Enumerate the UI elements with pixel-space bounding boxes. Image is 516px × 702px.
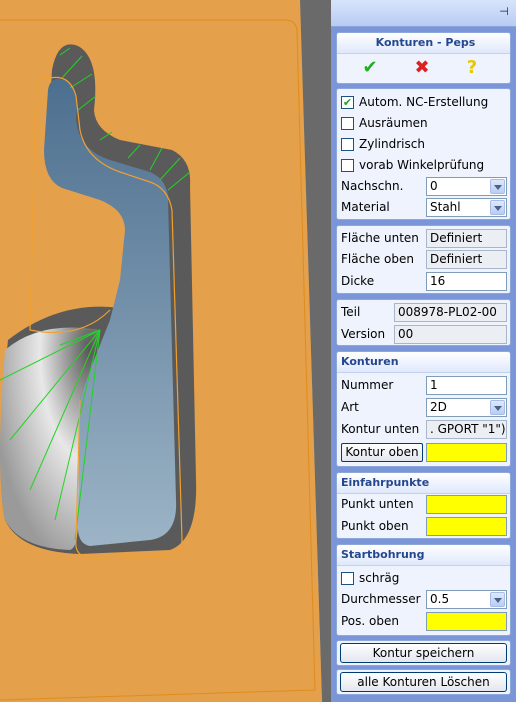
flaeche-oben-row: Fläche oben Definiert	[340, 250, 507, 270]
nachschn-row: Nachschn. 0	[340, 177, 507, 197]
option-label: vorab Winkelprüfung	[359, 158, 485, 172]
nachschn-select[interactable]: 0	[426, 177, 507, 196]
teil-row: Teil 008978-PL02-00	[340, 303, 507, 323]
panel-title: Konturen - Peps	[337, 33, 510, 54]
panel-titlebar: ⊣	[331, 0, 516, 27]
save-section: Kontur speichern	[336, 640, 511, 666]
chevron-down-icon[interactable]	[490, 179, 505, 194]
durchmesser-row: Durchmesser 0.5	[340, 590, 507, 610]
nachschn-value: 0	[430, 179, 438, 193]
pos-oben-row: Pos. oben	[340, 612, 507, 632]
option-label: Ausräumen	[359, 116, 428, 130]
header-section: Konturen - Peps ✔ ✖ ?	[336, 32, 511, 84]
teil-label: Teil	[341, 305, 361, 319]
chevron-down-icon[interactable]	[490, 592, 505, 607]
checkbox-zylindrisch[interactable]	[341, 138, 354, 151]
flaeche-unten-field: Definiert	[426, 229, 507, 248]
flaeche-oben-field: Definiert	[426, 250, 507, 269]
schraeg-row[interactable]: schräg	[340, 569, 507, 589]
dicke-input[interactable]: 16	[426, 272, 507, 291]
dicke-label: Dicke	[341, 274, 375, 288]
art-row: Art 2D	[340, 398, 507, 418]
material-label: Material	[341, 200, 390, 214]
option-label: Autom. NC-Erstellung	[359, 95, 489, 109]
durchmesser-value: 0.5	[430, 592, 450, 606]
einfahrpunkte-header: Einfahrpunkte	[337, 473, 510, 494]
nummer-label: Nummer	[341, 378, 394, 392]
konturen-section: Konturen Nummer 1 Art 2D Kontur unten . …	[336, 351, 511, 467]
punkt-oben-field[interactable]	[426, 517, 507, 536]
teil-field: 008978-PL02-00	[394, 303, 507, 322]
checkbox-schraeg[interactable]	[341, 572, 354, 585]
chevron-down-icon[interactable]	[490, 200, 505, 215]
cad-model-view[interactable]	[0, 0, 331, 702]
startbohrung-header: Startbohrung	[337, 545, 510, 566]
option-winkelpruefung[interactable]: vorab Winkelprüfung	[340, 156, 507, 176]
punkt-unten-label: Punkt unten	[341, 497, 414, 511]
punkt-unten-row: Punkt unten	[340, 495, 507, 515]
punkt-oben-row: Punkt oben	[340, 517, 507, 537]
cad-viewport[interactable]	[0, 0, 331, 702]
checkbox-winkelpruefung[interactable]	[341, 159, 354, 172]
pin-icon[interactable]: ⊣	[498, 6, 510, 18]
flaechen-section: Fläche unten Definiert Fläche oben Defin…	[336, 225, 511, 294]
checkmark-icon[interactable]: ✔	[357, 57, 383, 79]
chevron-down-icon[interactable]	[490, 400, 505, 415]
pos-oben-label: Pos. oben	[341, 614, 399, 628]
material-select[interactable]: Stahl	[426, 198, 507, 217]
startbohrung-section: Startbohrung schräg Durchmesser 0.5 Pos.…	[336, 544, 511, 636]
schraeg-label: schräg	[359, 571, 400, 585]
version-row: Version 00	[340, 325, 507, 345]
material-value: Stahl	[430, 200, 461, 214]
alle-konturen-loeschen-button[interactable]: alle Konturen Löschen	[340, 672, 507, 692]
question-icon[interactable]: ?	[459, 57, 485, 79]
durchmesser-label: Durchmesser	[341, 592, 421, 606]
art-value: 2D	[430, 400, 447, 414]
flaeche-unten-label: Fläche unten	[341, 231, 419, 245]
red-x-icon[interactable]: ✖	[409, 57, 435, 79]
dicke-row: Dicke 16	[340, 272, 507, 292]
checkbox-autom-nc[interactable]: ✔	[341, 96, 354, 109]
flaeche-oben-label: Fläche oben	[341, 252, 414, 266]
options-section: ✔ Autom. NC-Erstellung Ausräumen Zylindr…	[336, 88, 511, 220]
teil-section: Teil 008978-PL02-00 Version 00	[336, 299, 511, 346]
punkt-oben-label: Punkt oben	[341, 519, 409, 533]
konturen-panel: ⊣ Konturen - Peps ✔ ✖ ? ✔ Autom. NC-Erst…	[331, 0, 516, 702]
punkt-unten-field[interactable]	[426, 495, 507, 514]
kontur-unten-label: Kontur unten	[341, 422, 420, 436]
checkbox-ausraeumen[interactable]	[341, 117, 354, 130]
version-label: Version	[341, 327, 386, 341]
flaeche-unten-row: Fläche unten Definiert	[340, 229, 507, 249]
pos-oben-field[interactable]	[426, 612, 507, 631]
option-autom-nc[interactable]: ✔ Autom. NC-Erstellung	[340, 93, 507, 113]
art-select[interactable]: 2D	[426, 398, 507, 417]
nummer-row: Nummer 1	[340, 376, 507, 396]
kontur-unten-field: . GPORT "1")	[426, 420, 507, 439]
kontur-oben-button[interactable]: Kontur oben	[341, 443, 423, 462]
nummer-input[interactable]: 1	[426, 376, 507, 395]
delete-section: alle Konturen Löschen	[336, 669, 511, 695]
option-label: Zylindrisch	[359, 137, 425, 151]
material-row: Material Stahl	[340, 198, 507, 218]
nachschn-label: Nachschn.	[341, 179, 404, 193]
kontur-oben-field[interactable]	[426, 443, 507, 462]
version-field: 00	[394, 325, 507, 344]
konturen-header: Konturen	[337, 352, 510, 373]
einfahrpunkte-section: Einfahrpunkte Punkt unten Punkt oben	[336, 472, 511, 539]
option-zylindrisch[interactable]: Zylindrisch	[340, 135, 507, 155]
kontur-speichern-button[interactable]: Kontur speichern	[340, 643, 507, 663]
kontur-oben-row: Kontur oben	[340, 443, 507, 463]
durchmesser-select[interactable]: 0.5	[426, 590, 507, 609]
kontur-unten-row: Kontur unten . GPORT "1")	[340, 420, 507, 440]
art-label: Art	[341, 400, 359, 414]
option-ausraeumen[interactable]: Ausräumen	[340, 114, 507, 134]
